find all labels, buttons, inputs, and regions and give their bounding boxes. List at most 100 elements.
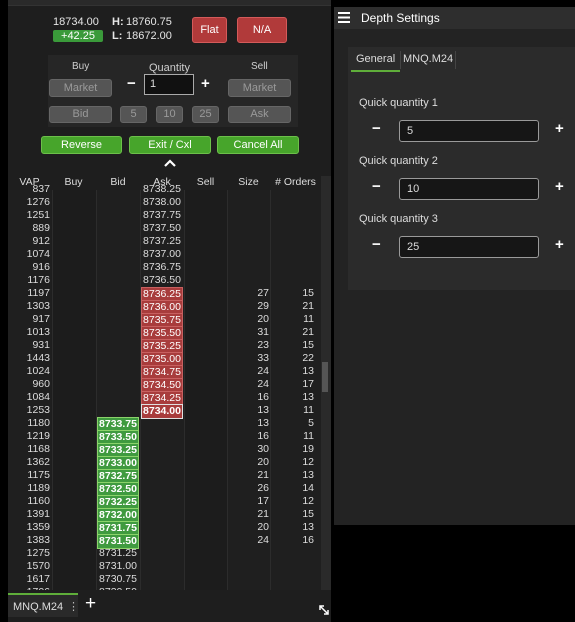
- quantity-decrement-button[interactable]: −: [127, 75, 136, 92]
- vap-cell: 1219: [26, 430, 50, 442]
- orders-cell: 15: [302, 339, 314, 351]
- quick-quantity-2-minus[interactable]: −: [372, 178, 381, 195]
- quantity-preset-25[interactable]: 25: [192, 106, 219, 123]
- sell-ask-button[interactable]: Ask: [228, 106, 291, 123]
- ladder-row: 912 8737.25: [8, 235, 321, 248]
- ladder-row: 1180 8733.75 13 5: [8, 417, 321, 432]
- resize-arrow-icon[interactable]: [318, 604, 330, 616]
- size-cell: 16: [257, 430, 269, 442]
- tab-label: MNQ.M24: [13, 601, 64, 613]
- vap-cell: 1176: [27, 274, 50, 286]
- orders-cell: 12: [302, 495, 314, 507]
- ladder-row: 1276 8738.00: [8, 196, 321, 209]
- quick-quantity-2-plus[interactable]: +: [555, 178, 564, 195]
- vap-cell: 889: [32, 222, 50, 234]
- tab-menu-icon[interactable]: ⋮: [68, 595, 79, 619]
- size-cell: 31: [257, 326, 269, 338]
- ask-price-cell: 8738.25: [143, 183, 181, 195]
- ladder-row: 1074 8737.00: [8, 248, 321, 261]
- scrollbar-thumb[interactable]: [322, 362, 328, 392]
- quick-quantity-1-input[interactable]: 5: [399, 120, 539, 142]
- tab-bar: MNQ.M24 ⋮ +: [8, 590, 331, 622]
- orders-cell: 15: [302, 287, 314, 299]
- panel-top-bar: [8, 0, 331, 6]
- cancel-all-button[interactable]: Cancel All: [217, 136, 299, 154]
- quick-quantity-2-label: Quick quantity 2: [359, 155, 438, 167]
- ladder-row: 1219 8733.50 16 11: [8, 430, 321, 445]
- quick-quantity-1-minus[interactable]: −: [372, 120, 381, 137]
- reverse-button[interactable]: Reverse: [41, 136, 122, 154]
- last-price: 18734.00: [53, 16, 99, 28]
- add-tab-button[interactable]: +: [85, 593, 96, 615]
- ladder-row: 1168 8733.25 30 19: [8, 443, 321, 458]
- ladder-row: 916 8736.75: [8, 261, 321, 274]
- depth-settings-panel: Depth Settings General MNQ.M24 Quick qua…: [334, 7, 575, 525]
- orders-cell: 21: [302, 300, 314, 312]
- quick-quantity-1-label: Quick quantity 1: [359, 97, 438, 109]
- buy-bid-button[interactable]: Bid: [49, 106, 112, 123]
- quick-quantity-3-minus[interactable]: −: [372, 236, 381, 253]
- vap-cell: 1443: [26, 352, 50, 364]
- orders-cell: 11: [303, 313, 314, 325]
- size-cell: 23: [257, 339, 269, 351]
- tab-general[interactable]: General: [351, 48, 401, 72]
- exit-cancel-button[interactable]: Exit / Cxl: [129, 136, 211, 154]
- tab-mnq[interactable]: MNQ.M24 ⋮: [8, 593, 79, 619]
- buy-market-button[interactable]: Market: [49, 79, 112, 97]
- orders-cell: 19: [302, 443, 314, 455]
- ladder-row: 1160 8732.25 17 12: [8, 495, 321, 510]
- ask-price-cell: 8737.25: [143, 235, 181, 247]
- size-cell: 21: [257, 508, 269, 520]
- size-cell: 24: [257, 365, 269, 377]
- quantity-preset-5[interactable]: 5: [120, 106, 147, 123]
- price-change-badge: +42.25: [53, 30, 103, 42]
- quantity-preset-10[interactable]: 10: [156, 106, 183, 123]
- quantity-increment-button[interactable]: +: [201, 75, 210, 92]
- ladder-row: 1359 8731.75 20 13: [8, 521, 321, 536]
- vap-cell: 1189: [27, 482, 50, 494]
- collapse-chevron-icon[interactable]: [163, 158, 177, 168]
- vap-cell: 1175: [27, 469, 50, 481]
- price-ladder[interactable]: VAP Buy Bid Ask Sell Size # Orders 837 87…: [8, 176, 321, 590]
- settings-title: Depth Settings: [361, 11, 440, 25]
- orders-cell: 11: [303, 404, 314, 416]
- ladder-row: 1362 8733.00 20 12: [8, 456, 321, 471]
- vap-cell: 1024: [26, 365, 50, 377]
- ladder-row: 889 8737.50: [8, 222, 321, 235]
- vap-cell: 1275: [26, 547, 50, 559]
- size-cell: 26: [257, 482, 269, 494]
- sell-market-button[interactable]: Market: [228, 79, 291, 97]
- quantity-input[interactable]: 1: [144, 74, 194, 95]
- ladder-scrollbar[interactable]: [321, 176, 331, 590]
- quantity-label: Quantity: [149, 62, 190, 74]
- size-cell: 13: [257, 404, 269, 416]
- vap-cell: 912: [32, 235, 50, 247]
- vap-cell: 1253: [26, 404, 50, 416]
- vap-cell: 1362: [26, 456, 50, 468]
- vap-cell: 1391: [26, 508, 50, 520]
- ladder-row: 960 8734.50 24 17: [8, 378, 321, 393]
- ladder-row: 1189 8732.50 26 14: [8, 482, 321, 497]
- size-cell: 24: [257, 534, 269, 546]
- ladder-row: 1391 8732.00 21 15: [8, 508, 321, 523]
- ladder-row: 1253 8734.00 13 11: [8, 404, 321, 419]
- ladder-row: 931 8735.25 23 15: [8, 339, 321, 354]
- quick-quantity-3-input[interactable]: 25: [399, 236, 539, 258]
- ask-price-cell: 8737.75: [143, 209, 181, 221]
- tab-symbol[interactable]: MNQ.M24: [398, 48, 458, 72]
- size-cell: 27: [257, 287, 269, 299]
- vap-cell: 1570: [26, 560, 50, 572]
- orders-cell: 16: [302, 534, 314, 546]
- quick-quantity-2-input[interactable]: 10: [399, 178, 539, 200]
- hamburger-menu-icon[interactable]: [338, 12, 350, 23]
- size-cell: 16: [257, 391, 269, 403]
- position-status-button[interactable]: N/A: [237, 17, 287, 43]
- ladder-row: 837 8738.25: [8, 183, 321, 196]
- quick-quantity-3-plus[interactable]: +: [555, 236, 564, 253]
- low-price: 18672.00: [126, 30, 172, 42]
- ladder-row: 1176 8736.50: [8, 274, 321, 287]
- vap-cell: 837: [32, 183, 50, 195]
- orders-cell: 15: [302, 508, 314, 520]
- flat-button[interactable]: Flat: [192, 17, 227, 43]
- quick-quantity-1-plus[interactable]: +: [555, 120, 564, 137]
